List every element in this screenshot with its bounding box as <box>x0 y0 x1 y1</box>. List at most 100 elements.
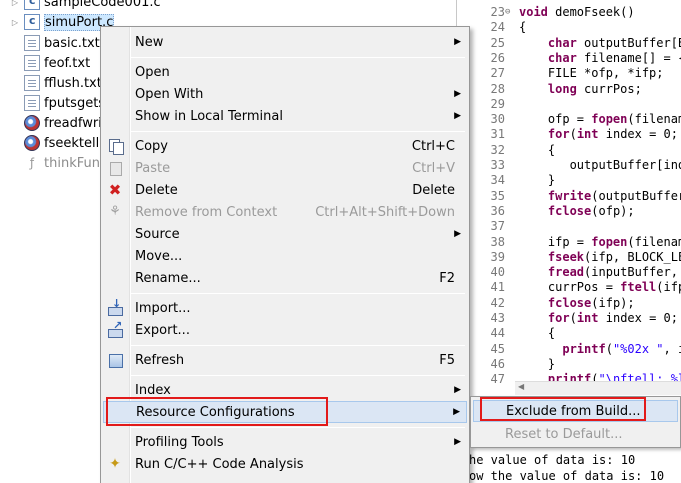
menu-item-delete[interactable]: ✖ Delete Delete <box>103 179 467 201</box>
line-number: 45 <box>490 341 505 356</box>
console-output: he value of data is: 10 ow the value of d… <box>457 448 681 483</box>
code-line: 42 fclose(ifp); <box>457 295 681 311</box>
line-number: 33 <box>490 158 505 172</box>
submenu-arrow-icon: ▶ <box>454 385 461 395</box>
c-source-file-icon <box>24 0 40 10</box>
tree-item[interactable]: fputsgets. <box>0 93 109 113</box>
menu-item-rename[interactable]: Rename... F2 <box>103 267 467 289</box>
submenu-item-reset-to-default: Reset to Default... <box>473 424 678 446</box>
code-text: currPos = ftell(ifp); <box>519 280 681 295</box>
menu-item-export[interactable]: Export... <box>103 319 467 341</box>
code-text: fread(inputBuffer, BL <box>547 265 678 280</box>
code-line: 36 fclose(ofp); <box>457 203 681 219</box>
annotation-box-exclude-from-build <box>480 397 646 421</box>
code-line: 30 ofp = fopen(filename, <box>457 111 681 127</box>
menu-item-profiling-tools[interactable]: Profiling Tools ▶ <box>103 431 467 453</box>
tree-item-label: feof.txt <box>44 55 91 71</box>
menu-item-label: Open With <box>135 86 204 102</box>
line-number: 39 <box>490 249 505 264</box>
menu-item-label: Source <box>135 226 180 242</box>
horizontal-scrollbar[interactable] <box>515 381 681 395</box>
menu-item-open-with[interactable]: Open With ▶ <box>103 83 467 105</box>
menu-item-remove-from-context: ⚘ Remove from Context Ctrl+Alt+Shift+Down <box>103 201 467 223</box>
menu-item-shortcut: Ctrl+Alt+Shift+Down <box>315 204 455 220</box>
code-line: 35 fwrite(outputBuffer, <box>457 188 681 204</box>
code-text: printf("%02x ", in <box>562 341 681 356</box>
menu-item-refresh[interactable]: Refresh F5 <box>103 349 467 371</box>
code-text: for(int index = 0; in <box>547 311 678 325</box>
menu-item-import[interactable]: Import... <box>103 297 467 319</box>
menu-separator <box>131 345 465 346</box>
menu-item-move[interactable]: Move... <box>103 245 467 267</box>
code-text: void demoFseek() <box>519 5 635 19</box>
submenu-arrow-icon: ▶ <box>454 229 461 239</box>
line-number: 25 <box>490 35 505 50</box>
line-number: 47 <box>490 372 505 387</box>
line-number: 37 <box>490 219 505 234</box>
tree-item[interactable]: fseektell.b <box>0 133 112 153</box>
line-number: 42 <box>490 295 505 310</box>
menu-separator <box>131 293 465 294</box>
menu-item-label: Delete <box>135 182 178 198</box>
menu-item-shortcut: F5 <box>439 352 455 368</box>
menu-item-open[interactable]: Open <box>103 61 467 83</box>
menu-item-copy[interactable]: Copy Ctrl+C <box>103 135 467 157</box>
tree-item[interactable]: ƒ thinkFunct <box>0 153 112 173</box>
menu-item-label: Index <box>135 382 171 398</box>
code-text: ifp = fopen(filename, <box>519 234 681 249</box>
expand-arrow-icon[interactable]: ▷ <box>10 18 20 27</box>
menu-separator <box>131 427 465 428</box>
code-line: 28 long currPos; <box>457 81 681 97</box>
code-line: 25 char outputBuffer[BUF <box>457 35 681 51</box>
line-number: 28 <box>490 81 505 96</box>
menu-item-shortcut: Ctrl+C <box>411 138 455 154</box>
menu-item-show-in-local-terminal[interactable]: Show in Local Terminal ▶ <box>103 105 467 127</box>
code-text: { <box>519 326 556 341</box>
tree-item[interactable]: feof.txt <box>0 53 90 73</box>
submenu-arrow-icon: ▶ <box>454 37 461 47</box>
tree-item-label: sampleCode001.c <box>44 0 161 10</box>
menu-item-source[interactable]: Source ▶ <box>103 223 467 245</box>
line-number: 35 <box>490 188 505 203</box>
tree-item[interactable]: freadfwrit <box>0 113 107 133</box>
fold-toggle-icon[interactable]: ⊖ <box>505 4 510 20</box>
submenu-arrow-icon: ▶ <box>454 89 461 99</box>
menu-item-label: Show in Local Terminal <box>135 108 283 124</box>
tree-item[interactable]: ▷simuPort.c <box>0 12 115 32</box>
code-text: long currPos; <box>547 81 642 96</box>
code-text: char filename[] = {"f <box>547 50 681 65</box>
line-number: 38 <box>490 234 505 249</box>
menu-item-new[interactable]: New ▶ <box>103 31 467 53</box>
code-analysis-icon: ✦ <box>109 456 121 472</box>
code-text: fclose(ifp); <box>547 295 635 310</box>
code-text: { <box>519 20 527 35</box>
code-text: ofp = fopen(filename, <box>519 112 681 127</box>
tree-item[interactable]: basic.txt <box>0 33 100 53</box>
menu-item-label: Move... <box>135 248 183 264</box>
annotation-box-resource-configurations <box>106 397 328 426</box>
executable-icon <box>24 115 40 131</box>
text-file-icon <box>24 75 40 91</box>
line-number: 36 <box>490 203 505 218</box>
line-number: 23 <box>490 5 505 19</box>
copy-icon <box>107 138 124 155</box>
code-text: char outputBuffer[BUF <box>547 35 681 50</box>
line-number: 43 <box>490 311 505 325</box>
code-line: 45 printf("%02x ", in <box>457 341 681 357</box>
code-text: outputBuffer[index <box>569 158 681 172</box>
console-line: ow the value of data is: 10 <box>469 469 665 483</box>
menu-item-label: Refresh <box>135 352 185 368</box>
c-source-file-icon <box>24 14 40 30</box>
menu-item-label: Run C/C++ Code Analysis <box>135 456 304 472</box>
tree-item[interactable]: ▷ sampleCode001.c <box>0 0 161 12</box>
expand-arrow-icon[interactable]: ▷ <box>10 0 20 7</box>
refresh-icon <box>107 352 123 368</box>
code-line: 41 currPos = ftell(ifp); <box>457 279 681 295</box>
code-text: } <box>519 173 556 188</box>
code-line: 40 fread(inputBuffer, BL <box>457 264 681 280</box>
paste-icon <box>107 160 123 176</box>
tree-item[interactable]: fflush.txt <box>0 73 102 93</box>
menu-item-run-c-c-code-analysis[interactable]: ✦ Run C/C++ Code Analysis <box>103 453 467 475</box>
code-text: { <box>519 142 556 157</box>
line-number: 27 <box>490 66 505 81</box>
